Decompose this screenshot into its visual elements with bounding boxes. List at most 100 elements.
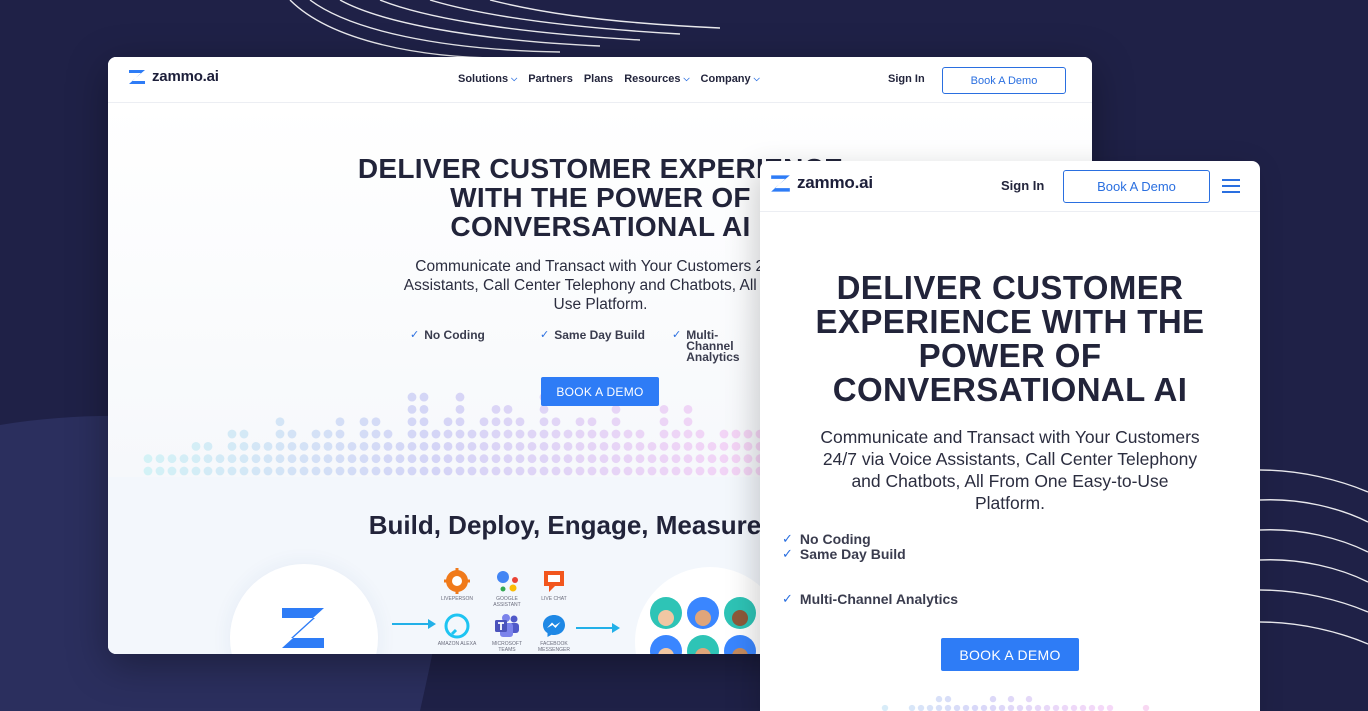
book-demo-button[interactable]: Book A Demo: [1063, 170, 1210, 203]
equalizer-dot: [515, 441, 525, 451]
equalizer-dot: [683, 441, 693, 451]
equalizer-dot: [575, 454, 585, 464]
equalizer-dot: [347, 441, 357, 451]
equalizer-dot: [671, 441, 681, 451]
equalizer-dot: [623, 466, 633, 476]
integration-label: GOOGLE ASSISTANT: [493, 596, 521, 608]
feature-label: Multi-Channel Analytics: [686, 328, 740, 364]
zammo-z-icon: [771, 174, 790, 192]
equalizer-dot: [599, 441, 609, 451]
equalizer-dot: [155, 466, 165, 476]
equalizer-dot: [635, 441, 645, 451]
equalizer-dot: [587, 429, 597, 439]
equalizer-dot: [287, 429, 297, 439]
equalizer-dot: [371, 417, 381, 427]
integration-label: LIVEPERSON: [441, 596, 473, 602]
equalizer-dot: [1025, 704, 1033, 711]
equalizer-dot: [527, 466, 537, 476]
equalizer-dot: [647, 441, 657, 451]
sign-in-link[interactable]: Sign In: [888, 73, 925, 85]
check-icon: ✓: [782, 546, 793, 561]
feature-item: ✓ Multi-Channel Analytics: [782, 591, 958, 607]
book-demo-button[interactable]: Book A Demo: [942, 67, 1066, 94]
equalizer-dot: [1106, 704, 1114, 711]
equalizer-dot: [503, 454, 513, 464]
alexa-integration: AMAZON ALEXA: [435, 613, 479, 647]
equalizer-dot: [227, 441, 237, 451]
equalizer-dot: [551, 429, 561, 439]
equalizer-dot: [263, 454, 273, 464]
equalizer-dot: [962, 704, 970, 711]
brand-name: zammo.ai: [152, 68, 219, 85]
nav-resources[interactable]: Resources ⌵: [624, 73, 689, 85]
equalizer-dot: [311, 441, 321, 451]
equalizer-dot: [527, 429, 537, 439]
arrow-right-icon: [392, 619, 436, 629]
zammo-logo[interactable]: zammo.ai: [770, 173, 873, 193]
equalizer-dot: [1007, 704, 1015, 711]
nav-plans-label: Plans: [583, 73, 614, 85]
equalizer-dot: [407, 466, 417, 476]
nav-solutions[interactable]: Solutions ⌵: [458, 73, 517, 85]
feature-item: ✓ No Coding: [410, 329, 485, 341]
equalizer-dot: [980, 704, 988, 711]
equalizer-dot: [695, 429, 705, 439]
equalizer-dot: [395, 441, 405, 451]
equalizer-dot: [1142, 704, 1150, 711]
hero-subtitle-line: 24/7 via Voice Assistants, Call Center T…: [822, 449, 1198, 469]
equalizer-dot: [659, 429, 669, 439]
equalizer-dot: [311, 454, 321, 464]
equalizer-dot: [227, 466, 237, 476]
zammo-logo[interactable]: zammo.ai: [128, 68, 219, 85]
equalizer-dot: [419, 454, 429, 464]
check-icon: ✓: [540, 329, 550, 341]
equalizer-dot: [515, 454, 525, 464]
hero-title-line: CONVERSATIONAL AI: [832, 371, 1188, 408]
equalizer-dot: [143, 466, 153, 476]
equalizer-dot: [203, 466, 213, 476]
equalizer-dot: [503, 441, 513, 451]
equalizer-dot: [917, 704, 925, 711]
equalizer-dot: [623, 441, 633, 451]
equalizer-dot: [719, 454, 729, 464]
equalizer-dot: [881, 704, 889, 711]
equalizer-dot: [1034, 704, 1042, 711]
nav-partners[interactable]: Partners: [528, 73, 573, 85]
equalizer-dot: [623, 454, 633, 464]
integration-label: MICROSOFT TEAMS: [492, 641, 522, 653]
equalizer-dot: [407, 392, 417, 402]
equalizer-dot: [263, 466, 273, 476]
equalizer-dot: [1043, 704, 1051, 711]
nav-plans[interactable]: Plans: [584, 73, 613, 85]
sign-in-link[interactable]: Sign In: [1001, 178, 1044, 193]
equalizer-dot: [203, 454, 213, 464]
equalizer-dot: [275, 417, 285, 427]
equalizer-dot: [443, 466, 453, 476]
equalizer-dot: [515, 466, 525, 476]
equalizer-dot: [491, 417, 501, 427]
equalizer-dot: [695, 466, 705, 476]
equalizer-dot: [587, 454, 597, 464]
nav-company[interactable]: Company ⌵: [701, 73, 760, 85]
hero-book-demo-button[interactable]: BOOK A DEMO: [541, 377, 659, 406]
equalizer-dot: [647, 466, 657, 476]
equalizer-dot: [239, 429, 249, 439]
feature-item: ✓ Same Day Build: [540, 329, 645, 341]
equalizer-dot: [1016, 704, 1024, 711]
equalizer-dot: [575, 466, 585, 476]
equalizer-dot: [299, 441, 309, 451]
hamburger-icon[interactable]: [1222, 179, 1240, 193]
integration-label: FACEBOOK MESSENGER: [538, 641, 570, 653]
hero-book-demo-button[interactable]: BOOK A DEMO: [941, 638, 1079, 671]
equalizer-dot: [179, 454, 189, 464]
google-assistant-integration: GOOGLE ASSISTANT: [485, 568, 529, 608]
equalizer-dot: [227, 429, 237, 439]
equalizer-dot: [431, 466, 441, 476]
feature-label: Same Day Build: [799, 546, 906, 562]
equalizer-dot: [479, 429, 489, 439]
teams-integration: MICROSOFT TEAMS: [485, 613, 529, 653]
equalizer-dot: [731, 466, 741, 476]
chevron-down-icon: ⌵: [753, 74, 760, 83]
equalizer-dot: [695, 441, 705, 451]
equalizer-dot: [359, 417, 369, 427]
